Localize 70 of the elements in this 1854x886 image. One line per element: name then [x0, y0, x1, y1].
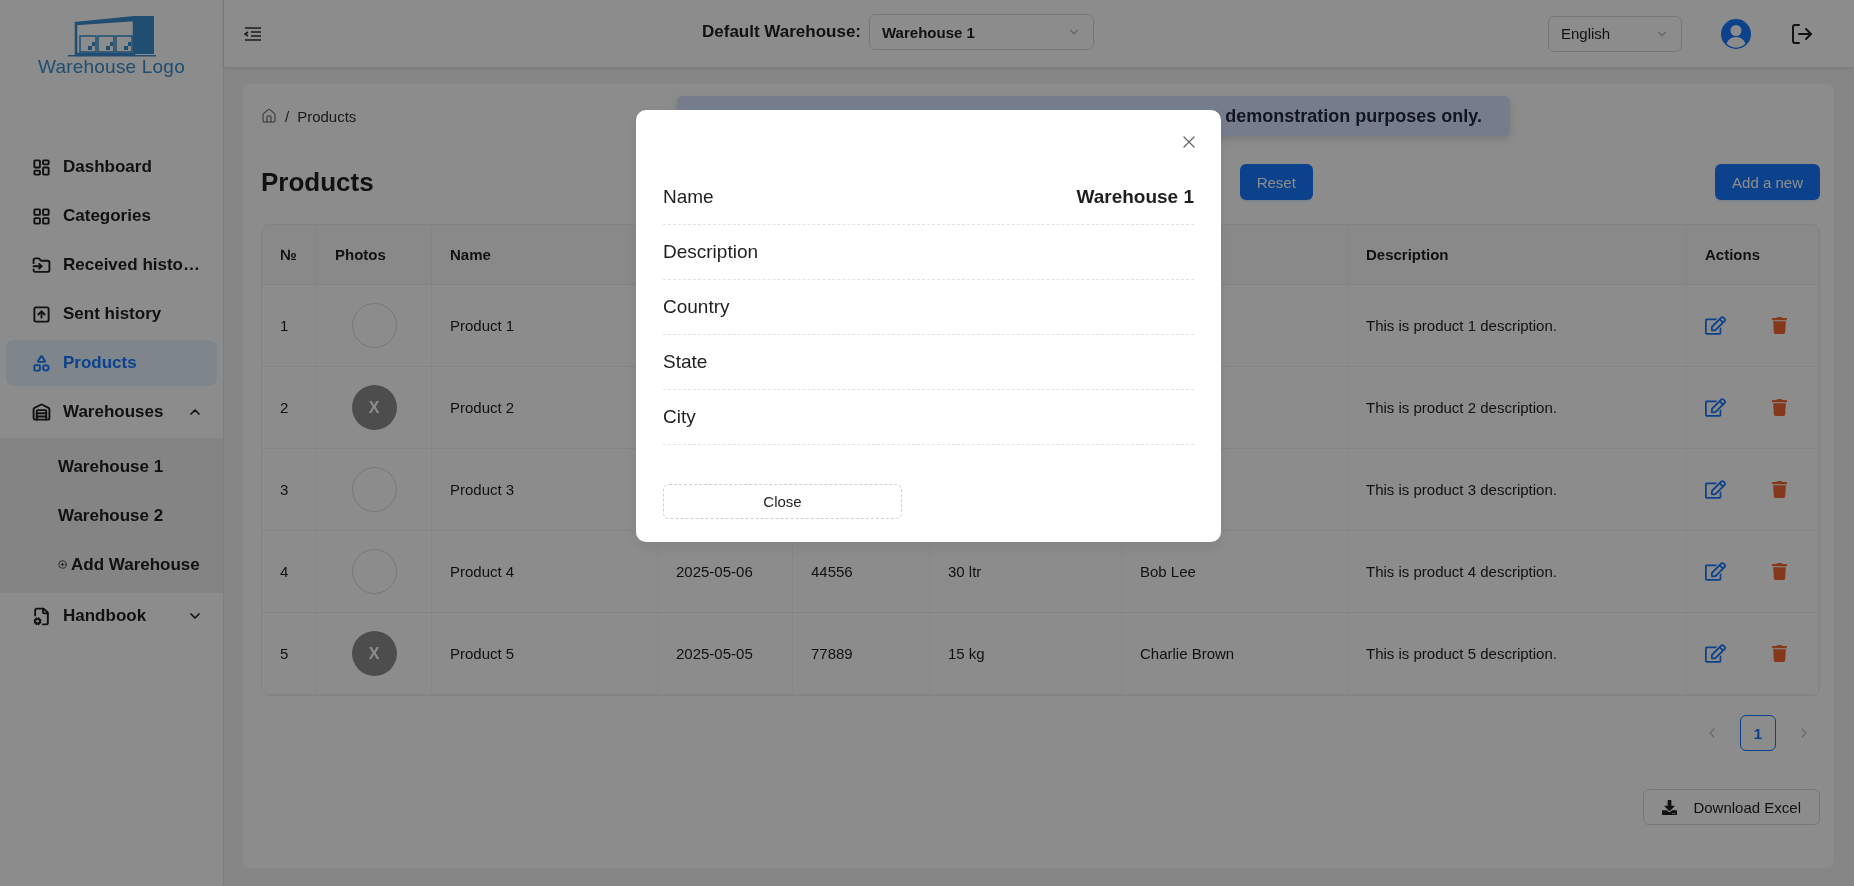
- table-cell: Charlie Brown: [1122, 613, 1348, 695]
- logout-icon[interactable]: [1790, 21, 1814, 46]
- field-label: City: [663, 406, 696, 428]
- field-label: Name: [663, 186, 714, 208]
- table-cell: 2: [262, 367, 317, 449]
- table-cell: This is product 5 description.: [1348, 613, 1687, 695]
- sidebar-item[interactable]: Warehouses: [6, 389, 217, 435]
- edit-icon[interactable]: [1705, 315, 1726, 336]
- table-cell: 1: [262, 285, 317, 367]
- add-new-button[interactable]: Add a new: [1715, 164, 1820, 200]
- table-cell: 77889: [793, 613, 930, 695]
- logo-text: Warehouse Logo: [38, 56, 185, 78]
- submenu-item[interactable]: Warehouse 1: [0, 442, 223, 491]
- sidebar-item[interactable]: Sent history: [6, 291, 217, 337]
- letter-avatar: X: [351, 385, 397, 430]
- table-cell: 4: [262, 531, 317, 613]
- table-cell: This is product 2 description.: [1348, 367, 1687, 449]
- table-cell: This is product 4 description.: [1348, 531, 1687, 613]
- warehouses-icon: [32, 402, 51, 422]
- trash-icon[interactable]: [1771, 317, 1788, 334]
- language-select[interactable]: English: [1548, 15, 1682, 52]
- trash-icon[interactable]: [1771, 481, 1788, 498]
- download-excel-button[interactable]: Download Excel: [1643, 789, 1820, 825]
- table-cell: 3: [262, 449, 317, 531]
- column-header: №: [262, 225, 317, 285]
- field-value: Warehouse 1: [1076, 186, 1194, 208]
- column-header: Photos: [317, 225, 432, 285]
- menu-fold-icon[interactable]: [244, 25, 262, 42]
- breadcrumb-item: Products: [297, 107, 357, 125]
- trash-icon[interactable]: [1771, 645, 1788, 662]
- table-cell: 2025-05-05: [658, 613, 793, 695]
- products-icon: [32, 353, 51, 373]
- received-icon: [32, 255, 51, 275]
- field-label: State: [663, 351, 708, 373]
- field-label: Country: [663, 296, 730, 318]
- edit-icon[interactable]: [1705, 479, 1726, 500]
- home-icon[interactable]: [261, 108, 277, 124]
- trash-icon[interactable]: [1771, 563, 1788, 580]
- dashboard-icon: [32, 157, 51, 177]
- letter-avatar: X: [351, 631, 397, 676]
- page-title: Products: [261, 166, 374, 198]
- plus-icon: [58, 560, 67, 569]
- handbook-icon: [32, 606, 51, 626]
- default-warehouse-label: Default Warehouse:: [702, 22, 861, 42]
- table-cell: 15 kg: [930, 613, 1122, 695]
- field-label: Description: [663, 241, 759, 263]
- table-cell: This is product 1 description.: [1348, 285, 1687, 367]
- categories-icon: [32, 206, 51, 226]
- sidebar-item[interactable]: Received histo…: [6, 242, 217, 288]
- breadcrumb-separator: /: [285, 107, 290, 125]
- edit-icon[interactable]: [1705, 643, 1726, 664]
- trash-icon[interactable]: [1771, 399, 1788, 416]
- table-cell: This is product 3 description.: [1348, 449, 1687, 531]
- download-icon: [1662, 799, 1678, 815]
- column-header: Description: [1348, 225, 1687, 285]
- edit-icon[interactable]: [1705, 561, 1726, 582]
- sidebar-item[interactable]: Handbook: [6, 593, 217, 639]
- page-button[interactable]: 1: [1740, 715, 1776, 751]
- sidebar-item[interactable]: Categories: [6, 193, 217, 239]
- sidebar-item[interactable]: Dashboard: [6, 144, 217, 190]
- submenu-item[interactable]: Warehouse 2: [0, 491, 223, 540]
- table-cell: Product 5: [432, 613, 658, 695]
- user-avatar-icon[interactable]: [1720, 17, 1752, 50]
- submenu-item[interactable]: Add Warehouse: [0, 540, 223, 589]
- reset-button[interactable]: Reset: [1239, 164, 1313, 200]
- sent-icon: [32, 304, 51, 324]
- table-cell: 5: [262, 613, 317, 695]
- edit-icon[interactable]: [1705, 397, 1726, 418]
- close-button[interactable]: Close: [663, 484, 902, 519]
- warehouse-select[interactable]: Warehouse 1: [869, 14, 1094, 50]
